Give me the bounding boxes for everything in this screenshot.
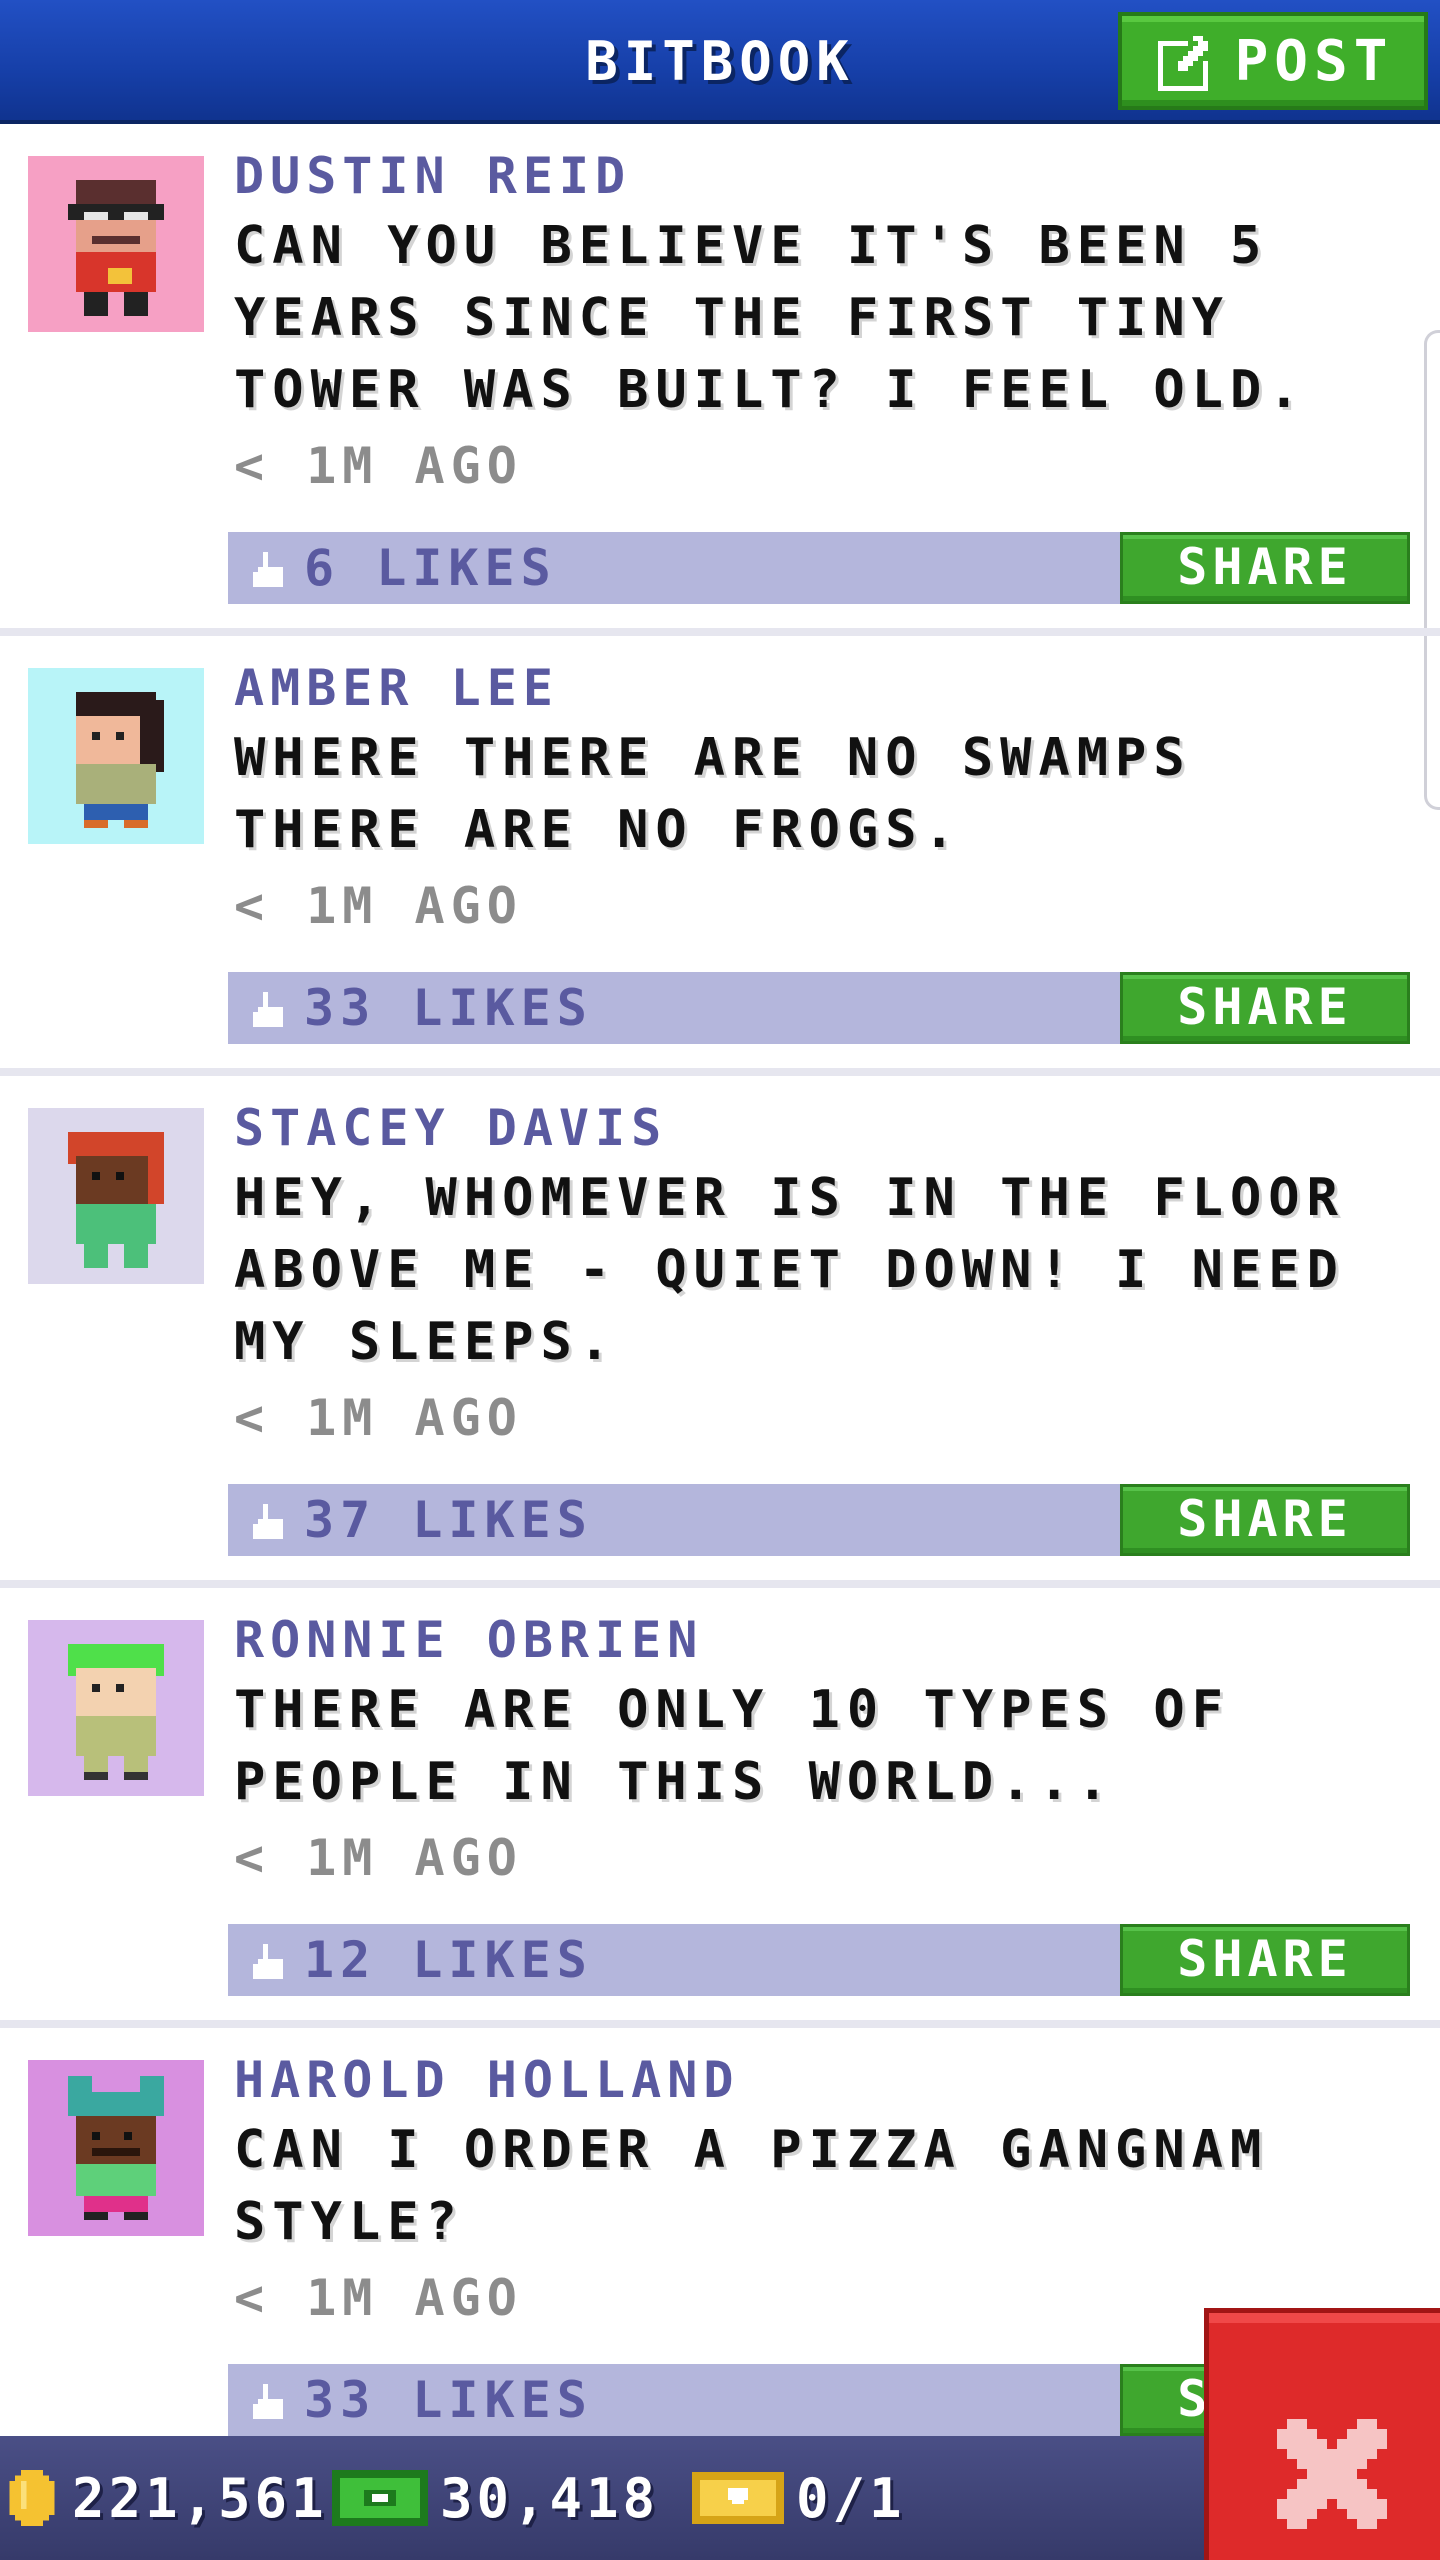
post-button[interactable]: POST [1118, 12, 1428, 110]
likes-label: 33 LIKES [304, 979, 593, 1037]
close-icon [1277, 2419, 1387, 2529]
post-author[interactable]: HAROLD HOLLAND [234, 2050, 739, 2110]
tickets-value: 0/1 [796, 2466, 906, 2530]
avatar[interactable] [28, 2060, 204, 2236]
avatar[interactable] [28, 1108, 204, 1284]
coin-icon [9, 2470, 55, 2526]
likes-count[interactable]: 12 LIKES [248, 1924, 593, 1996]
likes-label: 33 LIKES [304, 2371, 593, 2429]
likes-count[interactable]: 6 LIKES [248, 532, 557, 604]
divider [0, 628, 1440, 636]
post-time: < 1M AGO [234, 1389, 523, 1447]
coins-stat[interactable]: 221,561 [4, 2436, 328, 2560]
avatar[interactable] [28, 668, 204, 844]
avatar-image [28, 1108, 204, 1284]
thumbs-up-icon [253, 2383, 283, 2419]
likes-count[interactable]: 37 LIKES [248, 1484, 593, 1556]
post-time: < 1M AGO [234, 437, 523, 495]
likes-bar: 6 LIKES SHARE [228, 532, 1410, 604]
avatar-image [28, 668, 204, 844]
likes-label: 37 LIKES [304, 1491, 593, 1549]
post-text: WHERE THERE ARE NO SWAMPS THERE ARE NO F… [234, 728, 1192, 860]
likes-count[interactable]: 33 LIKES [248, 972, 593, 1044]
header-bar: BITBOOK POST [0, 0, 1440, 124]
avatar[interactable] [28, 156, 204, 332]
thumbs-up-icon [253, 1943, 283, 1979]
post-time: < 1M AGO [234, 877, 523, 935]
tickets-stat[interactable]: 0/1 [692, 2436, 906, 2560]
likes-label: 12 LIKES [304, 1931, 593, 1989]
close-button[interactable] [1204, 2308, 1440, 2560]
post-author[interactable]: AMBER LEE [234, 658, 559, 718]
likes-bar: 12 LIKES SHARE [228, 1924, 1410, 1996]
post-text: CAN YOU BELIEVE IT'S BEEN 5 YEARS SINCE … [234, 216, 1307, 420]
post-text: HEY, WHOMEVER IS IN THE FLOOR ABOVE ME -… [234, 1168, 1345, 1372]
likes-label: 6 LIKES [304, 539, 557, 597]
bux-icon [332, 2470, 428, 2526]
post-author[interactable]: RONNIE OBRIEN [234, 1610, 703, 1670]
post-text: CAN I ORDER A PIZZA GANGNAM STYLE? [234, 2120, 1269, 2252]
post-button-label: POST [1234, 28, 1394, 94]
feed-post: AMBER LEE WHERE THERE ARE NO SWAMPS THER… [0, 640, 1440, 1068]
share-button[interactable]: SHARE [1120, 532, 1410, 604]
thumbs-up-icon [253, 551, 283, 587]
edit-icon [1157, 36, 1208, 91]
share-button[interactable]: SHARE [1120, 972, 1410, 1044]
post-author[interactable]: STACEY DAVIS [234, 1098, 667, 1158]
thumbs-up-icon [253, 991, 283, 1027]
likes-bar: 33 LIKES SHARE [228, 972, 1410, 1044]
avatar-image [28, 1620, 204, 1796]
avatar-image [28, 156, 204, 332]
share-button[interactable]: SHARE [1120, 1924, 1410, 1996]
bux-value: 30,418 [440, 2466, 660, 2530]
feed-post: DUSTIN REID CAN YOU BELIEVE IT'S BEEN 5 … [0, 128, 1440, 628]
post-text: THERE ARE ONLY 10 TYPES OF PEOPLE IN THI… [234, 1680, 1230, 1812]
post-author[interactable]: DUSTIN REID [234, 146, 631, 206]
thumbs-up-icon [253, 1503, 283, 1539]
post-time: < 1M AGO [234, 2269, 523, 2327]
divider [0, 2020, 1440, 2028]
share-button[interactable]: SHARE [1120, 1484, 1410, 1556]
divider [0, 1580, 1440, 1588]
avatar-image [28, 2060, 204, 2236]
likes-bar: 37 LIKES SHARE [228, 1484, 1410, 1556]
feed-post: STACEY DAVIS HEY, WHOMEVER IS IN THE FLO… [0, 1080, 1440, 1580]
likes-count[interactable]: 33 LIKES [248, 2364, 593, 2436]
divider [0, 1068, 1440, 1076]
post-time: < 1M AGO [234, 1829, 523, 1887]
bux-stat[interactable]: 30,418 [332, 2436, 659, 2560]
avatar[interactable] [28, 1620, 204, 1796]
feed-post: RONNIE OBRIEN THERE ARE ONLY 10 TYPES OF… [0, 1592, 1440, 2020]
ticket-icon [692, 2472, 784, 2524]
coins-value: 221,561 [72, 2466, 328, 2530]
